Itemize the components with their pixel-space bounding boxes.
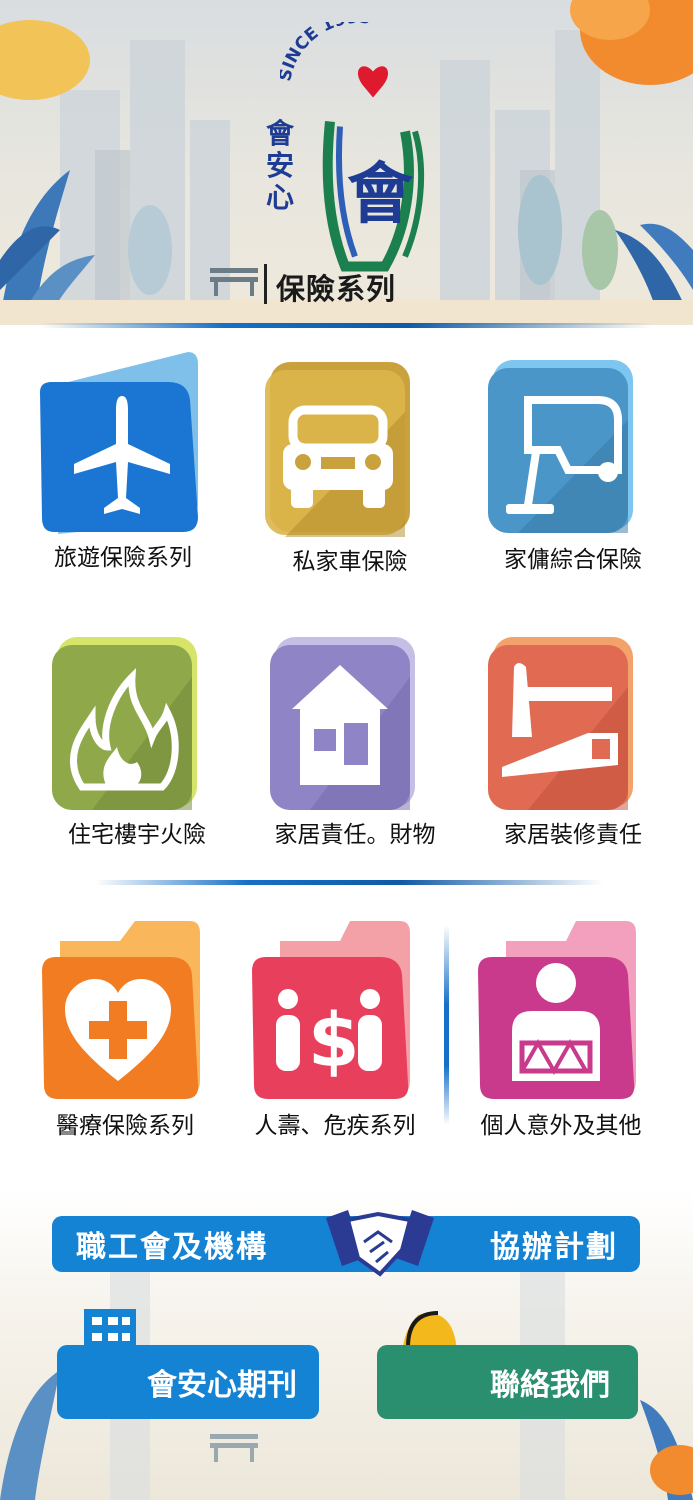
tools-icon bbox=[488, 637, 633, 810]
tile-label: 人壽、危疾系列 bbox=[254, 1113, 416, 1139]
tile-label: 家傭綜合保險 bbox=[504, 547, 642, 573]
series-title: 保險系列 bbox=[276, 272, 397, 306]
brand-name-vertical: 會 安 心 bbox=[265, 117, 294, 215]
union-right-label: 協辦計劃 bbox=[490, 1230, 618, 1265]
tile-medical-insurance[interactable]: 醫療保險系列 bbox=[40, 921, 210, 1139]
tile-home-fire-insurance[interactable]: 住宅樓宇火險 bbox=[52, 637, 222, 848]
magazine-label: 會安心期刊 bbox=[147, 1368, 297, 1403]
section-divider bbox=[95, 880, 603, 885]
magazine-button[interactable]: 會安心期刊 bbox=[57, 1345, 319, 1419]
tile-label: 家居裝修責任 bbox=[504, 822, 642, 848]
tile-label: 住宅樓宇火險 bbox=[68, 822, 206, 848]
life-money-icon: $ bbox=[252, 921, 410, 1099]
handshake-icon bbox=[326, 1210, 434, 1277]
tile-label: 旅遊保險系列 bbox=[54, 545, 192, 571]
tile-label: 私家車保險 bbox=[292, 549, 408, 575]
tile-travel-insurance[interactable]: 旅遊保險系列 bbox=[38, 352, 208, 571]
accident-person-icon bbox=[478, 921, 636, 1099]
airplane-icon bbox=[40, 352, 198, 534]
title-divider bbox=[264, 264, 267, 304]
medical-heart-icon bbox=[42, 921, 200, 1099]
vacuum-cleaner-icon bbox=[488, 360, 633, 533]
tile-private-car-insurance[interactable]: 私家車保險 bbox=[265, 362, 435, 575]
vertical-divider bbox=[444, 925, 449, 1125]
house-icon bbox=[270, 637, 415, 810]
contact-label: 聯絡我們 bbox=[490, 1368, 610, 1403]
car-icon bbox=[265, 362, 410, 537]
logo-character: 會 bbox=[347, 155, 414, 233]
tile-home-liability-property[interactable]: 家居責任。財物 bbox=[270, 637, 440, 848]
fire-icon bbox=[52, 637, 197, 810]
tile-label: 家居責任。財物 bbox=[274, 822, 436, 848]
bench-icon bbox=[210, 1434, 258, 1462]
bench-icon bbox=[210, 268, 258, 296]
tile-domestic-helper-insurance[interactable]: 家傭綜合保險 bbox=[488, 360, 658, 573]
tile-label: 醫療保險系列 bbox=[56, 1113, 194, 1139]
insurance-home-screen: SINCE 1995 會 會 安 心 保險系列 bbox=[0, 0, 693, 1500]
header-divider bbox=[40, 323, 653, 328]
svg-text:$: $ bbox=[308, 998, 360, 1084]
union-left-label: 職工會及機構 bbox=[76, 1230, 268, 1265]
tile-personal-accident-others[interactable]: 個人意外及其他 bbox=[476, 921, 646, 1139]
header-banner: SINCE 1995 會 會 安 心 保險系列 bbox=[0, 0, 693, 325]
tile-life-critical-illness[interactable]: $ 人壽、危疾系列 bbox=[250, 921, 420, 1139]
contact-us-button[interactable]: 聯絡我們 bbox=[377, 1345, 638, 1419]
tile-label: 個人意外及其他 bbox=[480, 1113, 642, 1139]
tile-home-renovation-liability[interactable]: 家居裝修責任 bbox=[488, 637, 658, 848]
